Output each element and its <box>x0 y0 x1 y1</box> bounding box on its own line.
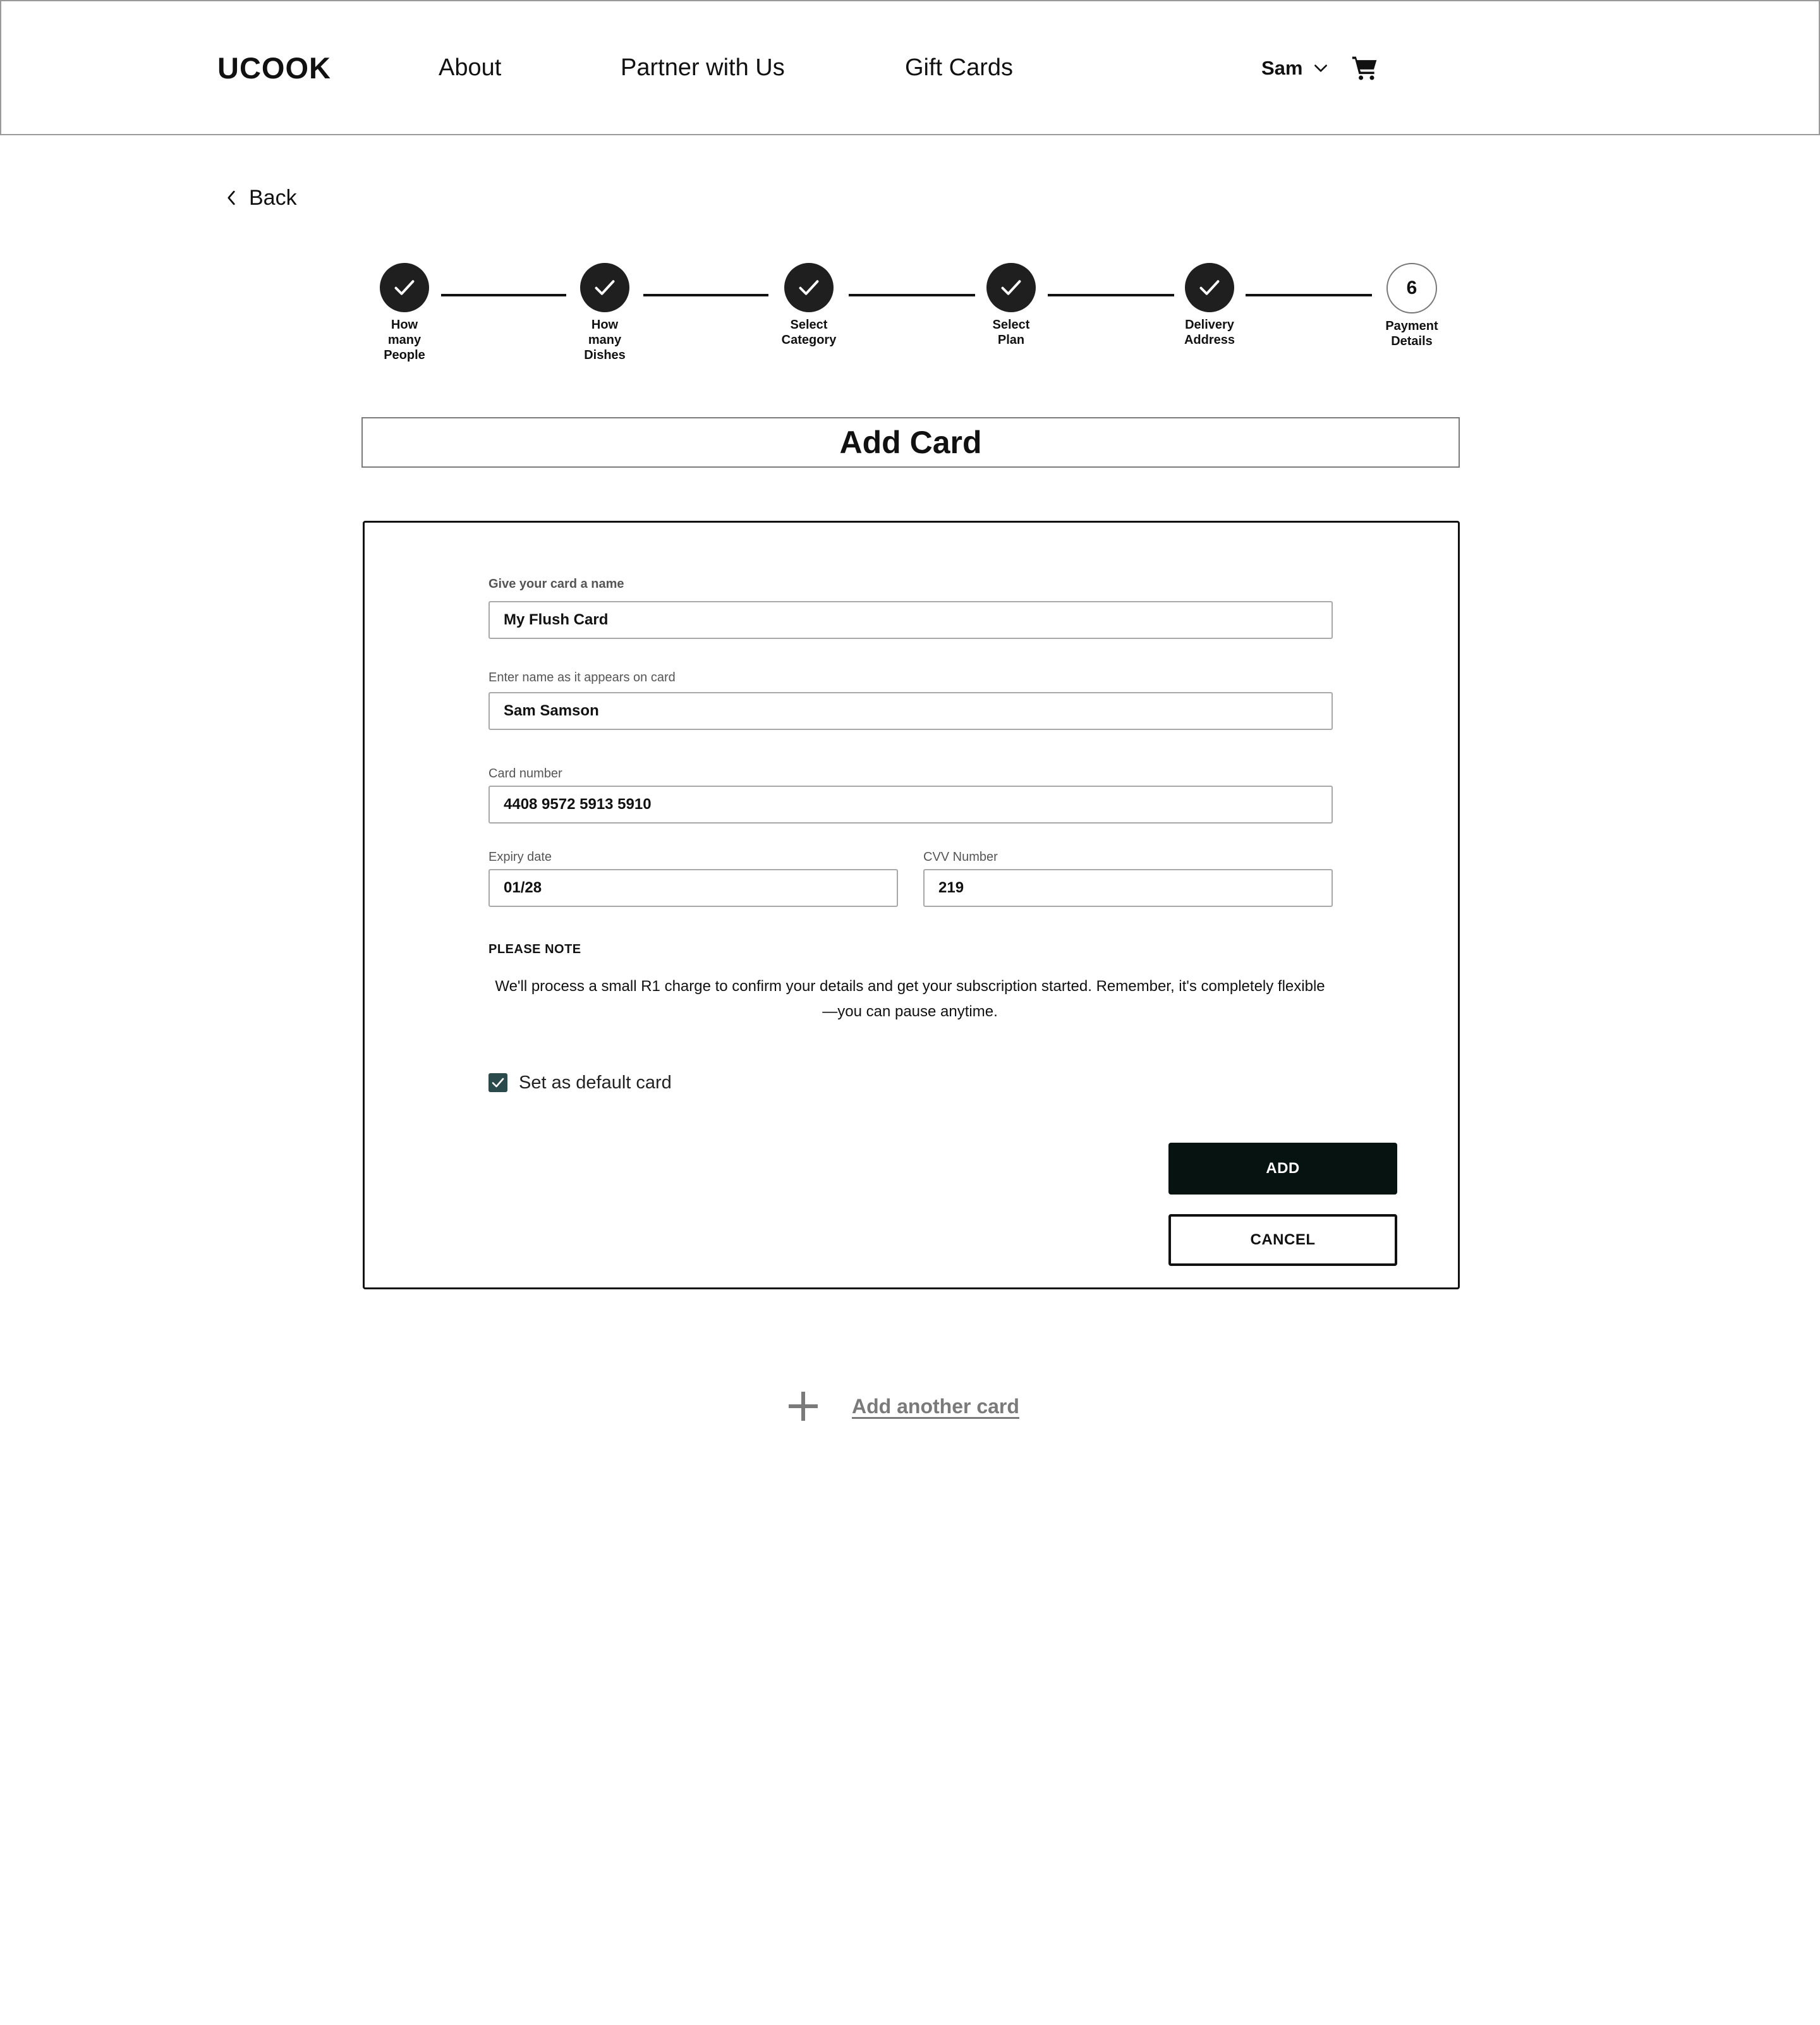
step-label: Payment Details <box>1385 319 1438 348</box>
add-another-card-label: Add another card <box>852 1395 1019 1418</box>
card-number-label: Card number <box>488 767 562 781</box>
expiry-date-label: Expiry date <box>488 850 552 864</box>
step-how-many-dishes[interactable]: How many Dishes <box>542 263 668 363</box>
step-label: Select Plan <box>992 318 1030 347</box>
expiry-date-input[interactable] <box>488 869 898 907</box>
step-label: Select Category <box>781 318 837 347</box>
checkmark-icon <box>492 1078 504 1088</box>
cardholder-name-input[interactable] <box>488 692 1333 730</box>
cvv-input[interactable] <box>923 869 1333 907</box>
checkmark-icon <box>394 280 415 295</box>
card-number-input[interactable] <box>488 786 1333 824</box>
cancel-button[interactable]: CANCEL <box>1168 1214 1397 1266</box>
step-how-many-people[interactable]: How many People <box>341 263 468 363</box>
checkmark-icon <box>799 280 819 295</box>
add-card-form: Give your card a name Enter name as it a… <box>363 521 1460 1289</box>
chevron-left-icon <box>228 190 235 205</box>
add-button[interactable]: ADD <box>1168 1143 1397 1195</box>
default-card-checkbox-row[interactable]: Set as default card <box>488 1070 672 1095</box>
chevron-down-icon <box>1314 64 1328 72</box>
step-label: How many People <box>384 318 425 362</box>
step-label: Delivery Address <box>1184 318 1235 347</box>
step-label: How many Dishes <box>584 318 626 362</box>
nav-link-partner[interactable]: Partner with Us <box>621 52 785 83</box>
nav-link-gift-cards[interactable]: Gift Cards <box>905 52 1013 83</box>
note-text: We'll process a small R1 charge to confi… <box>495 978 1325 1020</box>
cart-icon[interactable] <box>1351 54 1379 82</box>
default-card-checkbox[interactable] <box>488 1073 507 1092</box>
step-complete-circle <box>1185 263 1234 312</box>
user-menu[interactable]: Sam <box>1261 54 1329 82</box>
cvv-label: CVV Number <box>923 850 998 864</box>
user-name: Sam <box>1261 57 1303 79</box>
step-delivery-address[interactable]: Delivery Address <box>1146 263 1273 348</box>
page-title-box: Add Card <box>361 417 1460 468</box>
step-select-category[interactable]: Select Category <box>746 263 872 348</box>
plus-icon <box>789 1392 818 1421</box>
step-complete-circle <box>580 263 629 312</box>
checkmark-icon <box>595 280 615 295</box>
checkmark-icon <box>1199 280 1220 295</box>
note-title: PLEASE NOTE <box>488 942 581 956</box>
default-card-label: Set as default card <box>519 1073 672 1093</box>
page-title: Add Card <box>839 425 982 460</box>
top-navbar: UCOOK About Partner with Us Gift Cards S… <box>0 0 1820 135</box>
add-another-card-link[interactable]: Add another card <box>787 1390 1019 1422</box>
step-complete-circle <box>986 263 1036 312</box>
cardholder-name-label: Enter name as it appears on card <box>488 671 676 684</box>
back-link[interactable]: Back <box>225 183 297 212</box>
ucook-logo[interactable]: UCOOK <box>217 51 331 86</box>
card-nickname-label: Give your card a name <box>488 577 624 591</box>
step-current-circle: 6 <box>1386 263 1437 313</box>
step-complete-circle <box>380 263 429 312</box>
checkmark-icon <box>1001 280 1021 295</box>
step-complete-circle <box>784 263 834 312</box>
nav-link-about[interactable]: About <box>439 52 501 83</box>
step-payment-details[interactable]: 6 Payment Details <box>1349 263 1475 349</box>
back-label: Back <box>249 186 297 210</box>
card-nickname-input[interactable] <box>488 601 1333 639</box>
step-select-plan[interactable]: Select Plan <box>948 263 1074 348</box>
